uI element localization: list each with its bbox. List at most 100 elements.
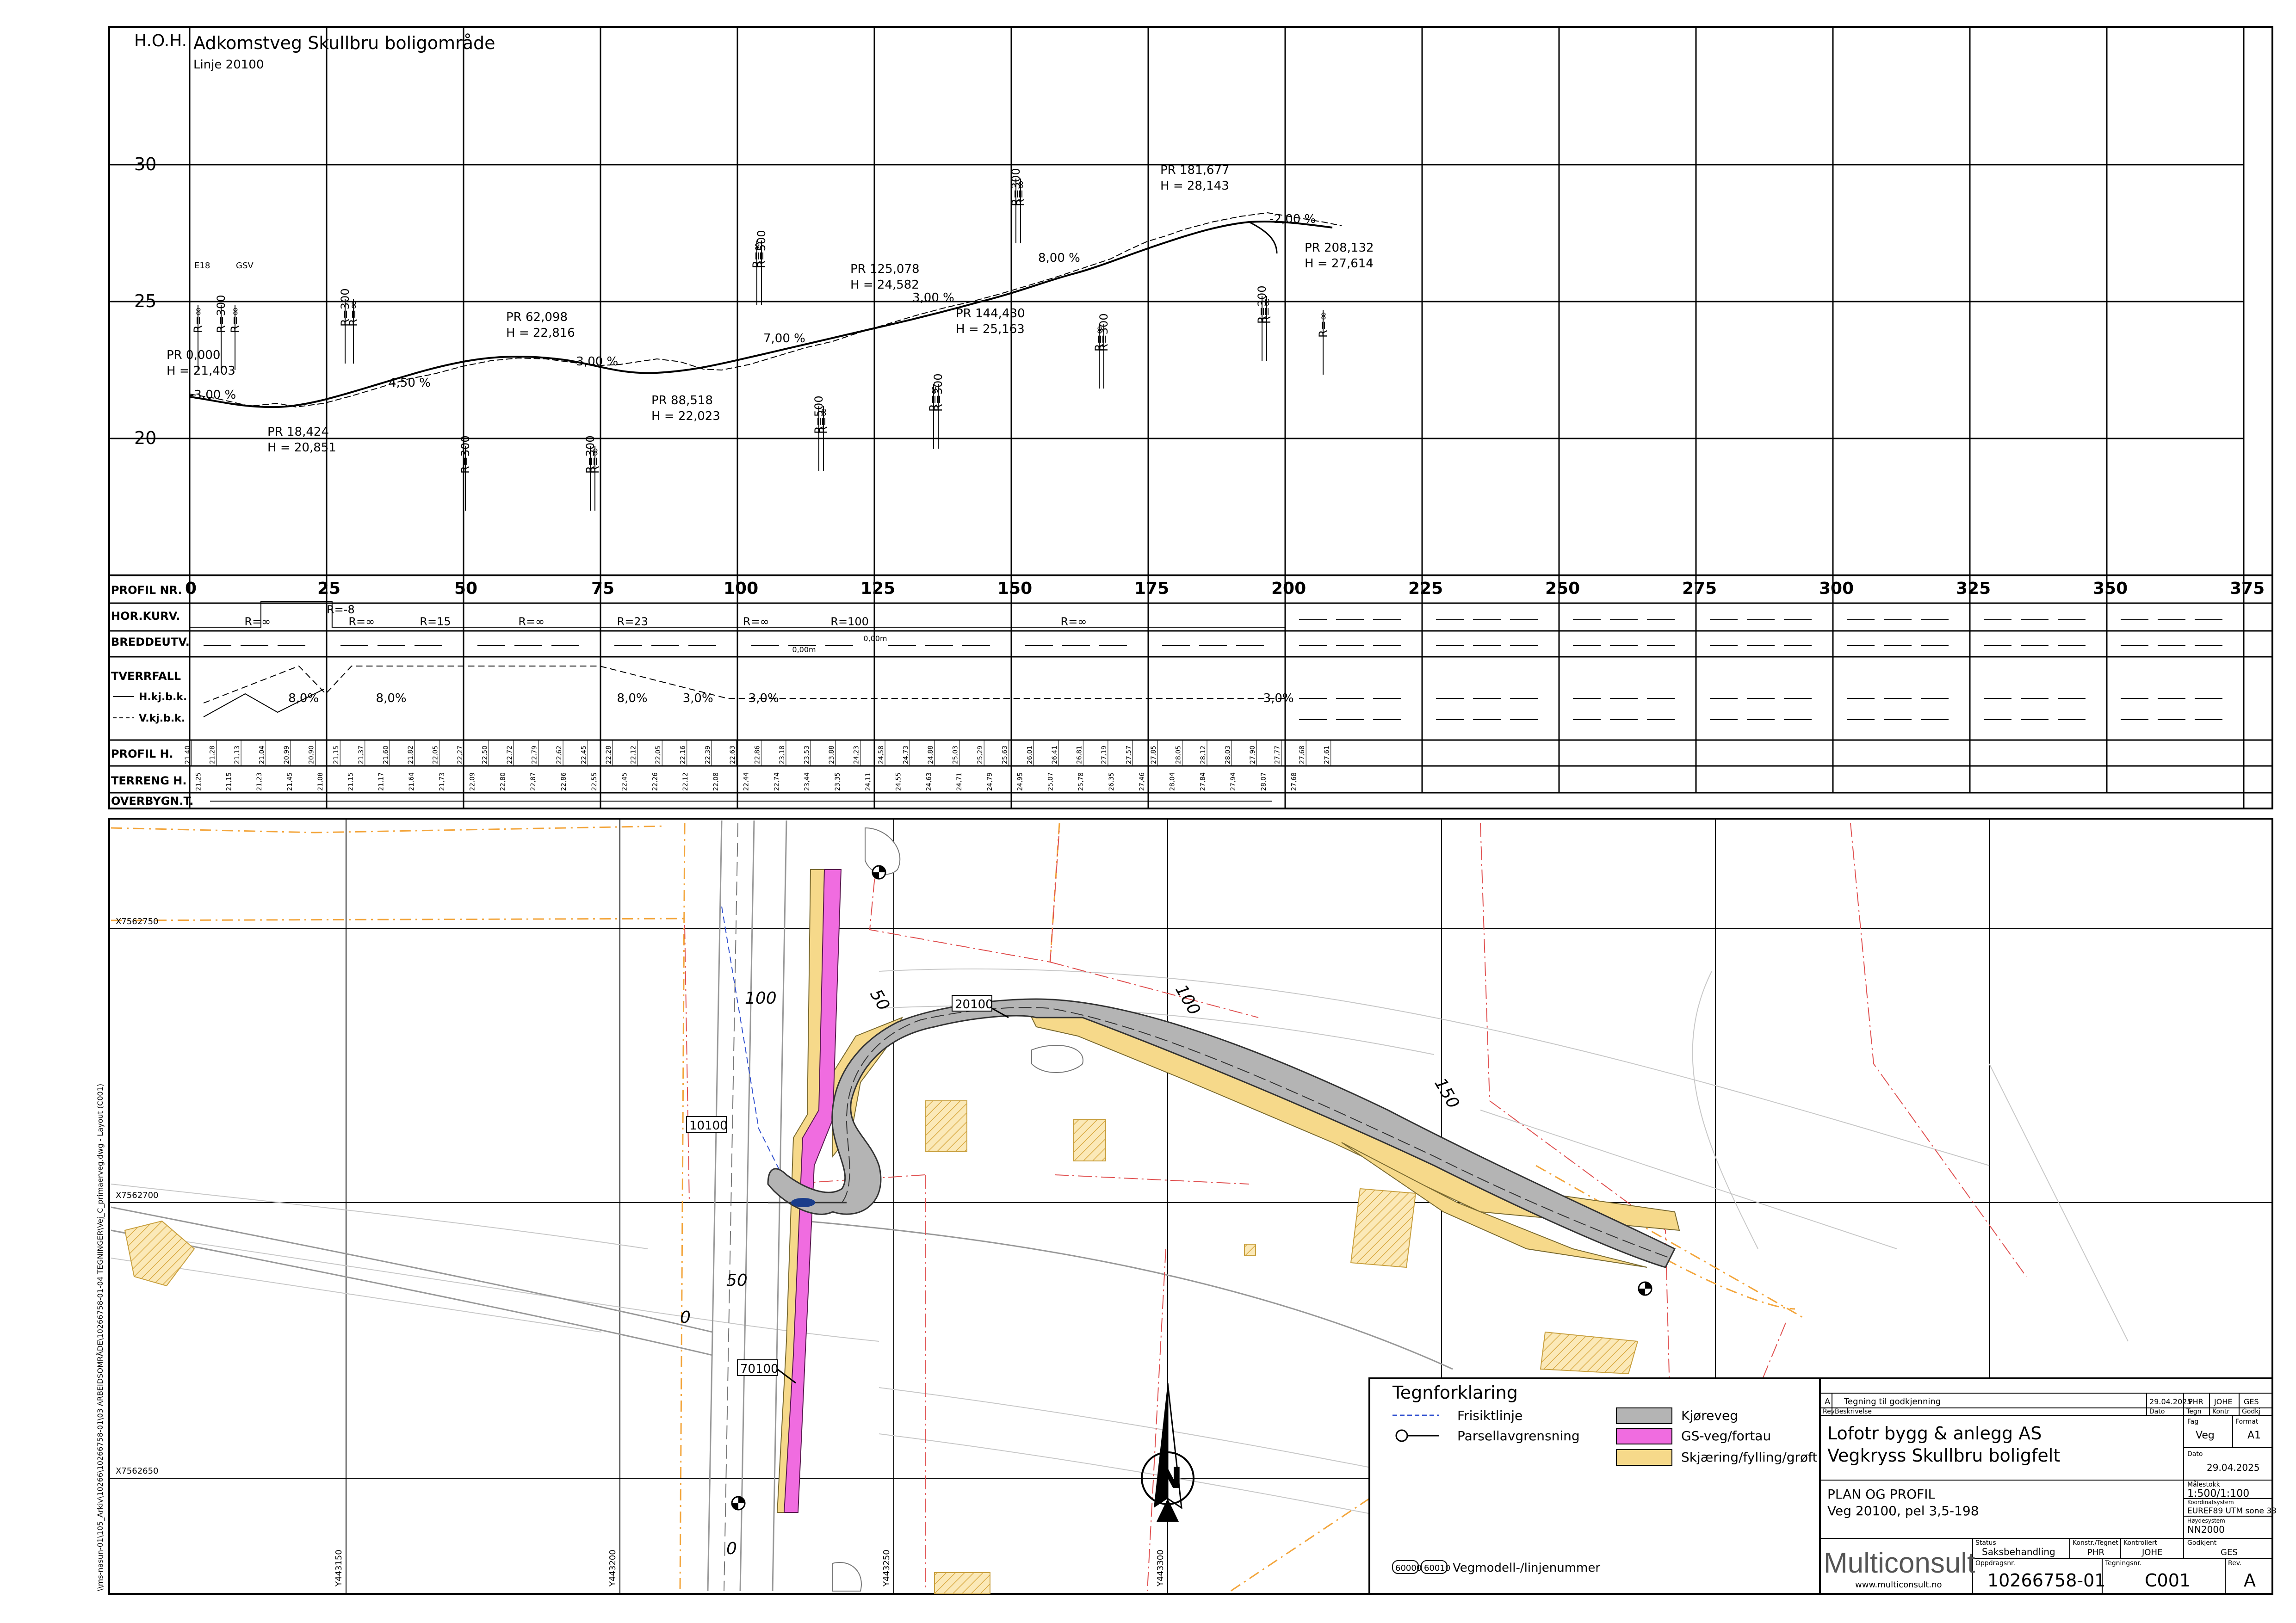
profil-h-value: 24,58: [878, 746, 885, 764]
hor-kurv-label: R=15: [420, 615, 451, 628]
profil-h-value: 21,28: [209, 746, 217, 764]
legend-swatch-kjoreveg: [1616, 1407, 1672, 1424]
profil-h-value: 20,99: [283, 746, 291, 764]
tverrfall-label: 3,0%: [749, 691, 779, 705]
tb-rev-by3: GES: [2244, 1397, 2259, 1406]
pr-label: PR 18,424: [267, 425, 329, 439]
terreng-h-value: 21,08: [317, 772, 324, 791]
terreng-h-value: 22,26: [651, 772, 659, 791]
station-tick-label: 375: [2230, 579, 2265, 598]
terreng-h-value: 27,46: [1139, 772, 1146, 791]
pr-height: H = 24,582: [850, 278, 919, 292]
vertical-curve-label: R=∞: [192, 307, 204, 333]
legend-item-gsveg: GS-veg/fortau: [1681, 1428, 1771, 1444]
terreng-h-value: 21,45: [286, 772, 294, 791]
file-path-text: \\ms-nasun-01\105_Arkiv\10266\10266758-0…: [96, 1084, 105, 1591]
station-tick-label: 275: [1682, 579, 1717, 598]
elevation-tick: 25: [134, 291, 156, 311]
profil-h-value: 21,04: [259, 746, 266, 764]
terreng-h-value: 22,74: [773, 772, 780, 791]
pr-label: PR 208,132: [1305, 241, 1374, 255]
profil-h-value: 27,85: [1150, 746, 1157, 764]
small-label-gsv: GSV: [236, 261, 254, 271]
svg-text:Status: Status: [1975, 1539, 1996, 1547]
svg-text:Høydesystem: Høydesystem: [2187, 1518, 2225, 1524]
profil-h-value: 25,03: [952, 746, 959, 764]
svg-text:Fag: Fag: [2187, 1418, 2198, 1426]
bredde-label: 0,00m: [863, 634, 887, 643]
profil-h-value: 25,29: [977, 746, 984, 764]
tverrfall-label: 3,0%: [1263, 691, 1294, 705]
pr-height: H = 28,143: [1160, 179, 1229, 193]
profil-h-value: 22,63: [729, 746, 736, 764]
station-tick-label: 200: [1271, 579, 1306, 598]
profil-h-value: 27,57: [1125, 746, 1133, 764]
vertical-curve-label: R=300: [1097, 313, 1110, 352]
station-tick-label: 250: [1545, 579, 1580, 598]
terreng-h-value: 21,23: [256, 772, 263, 791]
profil-h-value: 22,27: [457, 746, 464, 764]
terreng-h-value: 25,78: [1077, 772, 1085, 791]
profil-h-value: 23,18: [779, 746, 786, 764]
pr-height: H = 22,816: [506, 326, 575, 340]
profil-h-value: 28,03: [1225, 746, 1232, 764]
band-label: H.kj.b.k.: [139, 691, 187, 703]
vertical-curve-label: R=∞: [1317, 311, 1330, 338]
terreng-h-value: 21,15: [347, 772, 355, 791]
terreng-h-value: 23,44: [804, 772, 811, 791]
profile-panel: H.O.H. Adkomstveg Skullbru boligområde L…: [108, 26, 2273, 809]
profil-h-value: 22,50: [481, 746, 489, 764]
profil-h-value: 20,90: [308, 746, 316, 764]
svg-text:Målestokk: Målestokk: [2187, 1481, 2221, 1488]
profil-h-value: 21,60: [382, 746, 390, 764]
tb-oppdrag: 10266758-01: [1987, 1570, 2105, 1591]
terreng-h-value: 27,68: [1291, 772, 1298, 791]
tb-header: Kontr: [2212, 1408, 2229, 1415]
terreng-h-value: 22,44: [743, 772, 750, 791]
tb-fag: Veg: [2196, 1430, 2215, 1441]
hor-kurv-label: R=100: [830, 615, 869, 628]
profil-h-value: 22,62: [556, 746, 563, 764]
tb-drawing-title: PLAN OG PROFIL: [1827, 1487, 1936, 1502]
terreng-h-value: 24,63: [925, 772, 933, 791]
terreng-h-value: 28,04: [1169, 772, 1176, 791]
terreng-h-value: 22,87: [530, 772, 537, 791]
profil-h-value: 23,53: [803, 746, 811, 764]
tb-website: www.multiconsult.no: [1855, 1580, 1942, 1590]
profil-h-value: 22,45: [581, 746, 588, 764]
terreng-h-value: 22,86: [560, 772, 568, 791]
profil-h-value: 22,79: [531, 746, 538, 764]
profil-h-value: 27,19: [1101, 746, 1108, 764]
tb-client: Lofotr bygg & anlegg AS: [1827, 1423, 2042, 1444]
profil-h-value: 21,82: [407, 746, 415, 764]
terreng-h-value: 22,12: [682, 772, 689, 791]
tb-rev-date: 29.04.2025: [2149, 1397, 2192, 1406]
profil-h-value: 22,16: [680, 746, 687, 764]
station-tick-label: 50: [454, 579, 477, 598]
pr-label: PR 88,518: [651, 394, 713, 407]
station-tick-label: 225: [1408, 579, 1443, 598]
tb-rev-by1: PHR: [2188, 1397, 2203, 1406]
tb-header: Godkj: [2242, 1408, 2260, 1415]
station-tick-label: 325: [1956, 579, 1991, 598]
profil-h-value: 27,61: [1324, 746, 1331, 764]
plan-station: 100: [745, 989, 777, 1008]
profil-h-value: 28,05: [1175, 746, 1182, 764]
pr-height: H = 22,023: [651, 409, 720, 423]
station-tick-label: 25: [317, 579, 340, 598]
legend-title: Tegnforklaring: [1392, 1382, 1518, 1403]
pr-height: H = 21,403: [167, 364, 235, 378]
band-label: HOR.KURV.: [111, 610, 180, 623]
grid-x-label: X7562650: [116, 1466, 159, 1476]
terreng-h-value: 21,25: [195, 772, 203, 791]
profil-h-value: 24,23: [853, 746, 860, 764]
profil-h-value: 27,68: [1299, 746, 1306, 764]
legend-swatch-skjaering: [1616, 1449, 1672, 1466]
tb-tegning: C001: [2145, 1570, 2191, 1591]
svg-text:N: N: [1158, 1462, 1182, 1494]
grid-y-label: Y443150: [334, 1549, 344, 1587]
grade-label: -3,00 %: [572, 355, 618, 369]
terreng-h-value: 24,11: [865, 772, 872, 791]
elevation-tick: 20: [134, 428, 156, 448]
grade-label: 4,50 %: [389, 376, 431, 390]
